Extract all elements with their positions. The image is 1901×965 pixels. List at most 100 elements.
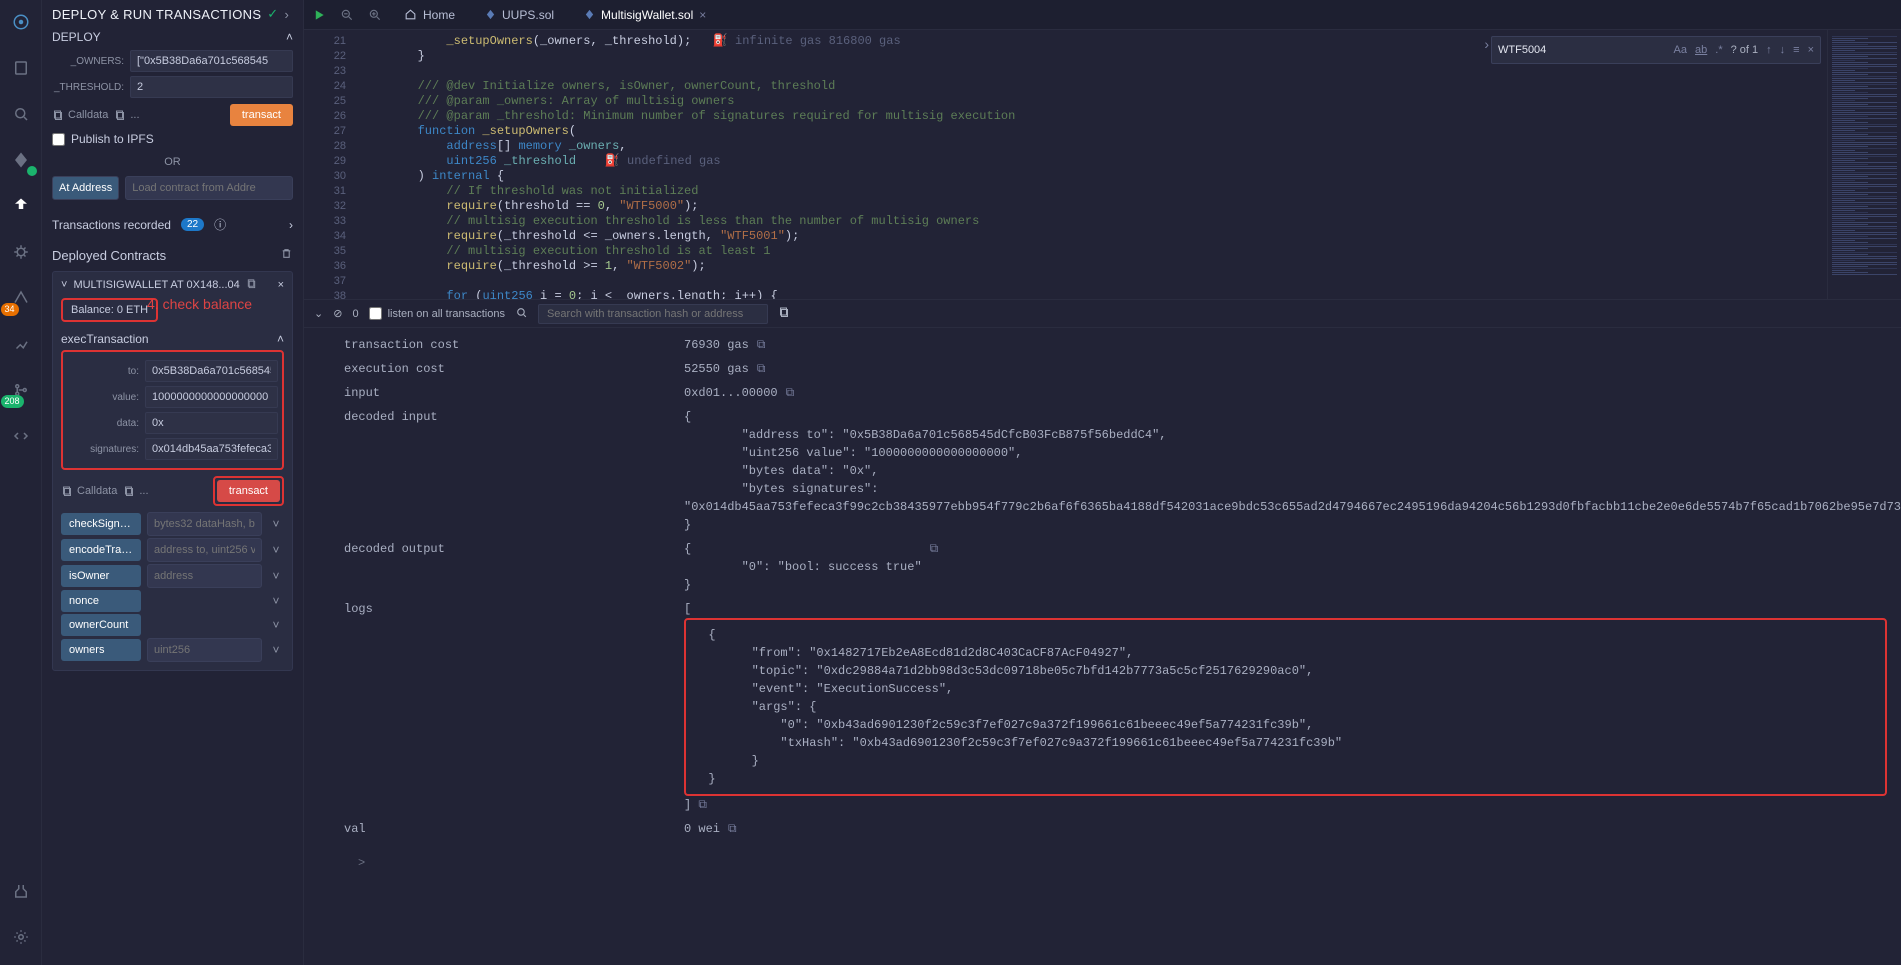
settings-icon[interactable] bbox=[7, 923, 35, 951]
calldata-button[interactable]: Calldata bbox=[52, 109, 108, 121]
trash-icon[interactable] bbox=[280, 247, 293, 263]
info-icon[interactable]: ⓘ bbox=[214, 216, 226, 233]
val-key: val bbox=[344, 820, 654, 838]
exec-transact-button[interactable]: transact bbox=[217, 480, 280, 502]
chevron-down-icon[interactable]: ˅ bbox=[268, 643, 284, 657]
copy-icon[interactable]: ⧉ bbox=[930, 540, 939, 558]
search-icon[interactable] bbox=[7, 100, 35, 128]
analysis-icon[interactable] bbox=[7, 330, 35, 358]
terminal-panel: ⌄ ⊘ 0 listen on all transactions transac… bbox=[304, 300, 1901, 965]
find-word-icon[interactable]: ab bbox=[1695, 44, 1707, 56]
copy-icon[interactable]: ⧉ bbox=[757, 360, 766, 378]
term-search-input[interactable] bbox=[538, 304, 768, 324]
close-tab-icon[interactable]: × bbox=[699, 8, 706, 22]
data-input[interactable] bbox=[145, 412, 278, 434]
value-input[interactable] bbox=[145, 386, 278, 408]
find-prev-icon[interactable]: ↑ bbox=[1766, 44, 1772, 56]
file-explorer-icon[interactable] bbox=[7, 54, 35, 82]
deploy-icon[interactable] bbox=[7, 192, 35, 220]
code-editor[interactable]: 212223242526272829303132333435363738 _se… bbox=[304, 30, 1901, 300]
at-address-button[interactable]: At Address bbox=[52, 176, 119, 200]
params-button[interactable]: ... bbox=[114, 109, 139, 121]
tab-home[interactable]: Home bbox=[396, 4, 463, 26]
decinput-val: { "address to": "0x5B38Da6a701c568545dCf… bbox=[684, 408, 1901, 534]
owners-label: _OWNERS: bbox=[52, 56, 124, 67]
find-chevron-icon[interactable]: › bbox=[1484, 36, 1489, 52]
expand-icon[interactable]: › bbox=[289, 218, 293, 232]
to-input[interactable] bbox=[145, 360, 278, 382]
fn-input-owners[interactable] bbox=[147, 638, 262, 662]
term-collapse-icon[interactable]: ⌄ bbox=[314, 307, 323, 320]
signatures-input[interactable] bbox=[145, 438, 278, 460]
find-next-icon[interactable]: ↓ bbox=[1780, 44, 1786, 56]
plugin-icon[interactable] bbox=[7, 877, 35, 905]
fn-button-encodeTransa[interactable]: encodeTransa bbox=[61, 539, 141, 561]
fn-input-checkSignatu[interactable] bbox=[147, 512, 262, 536]
debugger-icon[interactable] bbox=[7, 238, 35, 266]
zoom-out-icon[interactable] bbox=[340, 8, 354, 22]
term-search-icon[interactable] bbox=[515, 306, 528, 322]
fn-button-owners[interactable]: owners bbox=[61, 639, 141, 661]
code-area[interactable]: _setupOwners(_owners, _threshold); ⛽ inf… bbox=[356, 30, 1827, 299]
fn-button-isOwner[interactable]: isOwner bbox=[61, 565, 141, 587]
fn-button-checkSignatu[interactable]: checkSignatu bbox=[61, 513, 141, 535]
chevron-down-icon[interactable]: ˅ bbox=[268, 517, 284, 531]
terminal-output[interactable]: transaction cost 76930 gas⧉ execution co… bbox=[304, 328, 1901, 965]
calldata2-button[interactable]: Calldata bbox=[61, 485, 117, 497]
copy-address-icon[interactable] bbox=[246, 278, 257, 292]
git-icon[interactable]: 208 bbox=[7, 376, 35, 404]
collapse-contract-icon[interactable]: ˅ bbox=[61, 279, 67, 291]
term-clear-icon[interactable]: ⊘ bbox=[333, 307, 342, 320]
deploy-transact-button[interactable]: transact bbox=[230, 104, 293, 126]
fn-input-isOwner[interactable] bbox=[147, 564, 262, 588]
chevron-down-icon[interactable]: ˅ bbox=[268, 569, 284, 583]
copy-icon[interactable]: ⧉ bbox=[786, 384, 795, 402]
chevron-down-icon[interactable]: ˅ bbox=[268, 594, 284, 608]
terminal-prompt[interactable]: > bbox=[344, 854, 1887, 872]
unittest-badge: 34 bbox=[1, 303, 19, 316]
copy-icon[interactable]: ⧉ bbox=[698, 798, 707, 812]
find-box[interactable]: WTF5004 Aa ab .* ? of 1 ↑ ↓ ≡ × bbox=[1491, 36, 1821, 64]
copy-icon[interactable]: ⧉ bbox=[728, 820, 737, 838]
tx-recorded-label: Transactions recorded bbox=[52, 218, 171, 232]
at-address-input[interactable] bbox=[125, 176, 293, 200]
find-close-icon[interactable]: × bbox=[1808, 44, 1814, 56]
copy-icon[interactable]: ⧉ bbox=[757, 336, 766, 354]
find-regex-icon[interactable]: .* bbox=[1715, 44, 1722, 56]
minimap[interactable] bbox=[1827, 30, 1901, 299]
scripts-icon[interactable] bbox=[7, 422, 35, 450]
or-separator: OR bbox=[52, 156, 293, 168]
contract-name: MULTISIGWALLET AT 0X148...04 bbox=[73, 279, 239, 291]
val-val: 0 wei bbox=[684, 820, 720, 838]
value-label: value: bbox=[67, 392, 139, 403]
fn-button-ownerCount[interactable]: ownerCount bbox=[61, 614, 141, 636]
run-icon[interactable] bbox=[312, 8, 326, 22]
params2-button[interactable]: ... bbox=[123, 485, 148, 497]
balance-label: Balance: 0 ETH bbox=[61, 298, 158, 322]
owners-input[interactable] bbox=[130, 50, 293, 72]
term-copy-icon[interactable] bbox=[778, 306, 790, 321]
threshold-input[interactable] bbox=[130, 76, 293, 98]
main-area: Home UUPS.sol MultisigWallet.sol× 212223… bbox=[304, 0, 1901, 965]
tab-multisig[interactable]: MultisigWallet.sol× bbox=[576, 4, 714, 26]
find-list-icon[interactable]: ≡ bbox=[1793, 44, 1799, 56]
logo-icon[interactable] bbox=[7, 8, 35, 36]
unittest-icon[interactable]: 34 bbox=[7, 284, 35, 312]
annotation-4: 4. check balance bbox=[147, 296, 252, 312]
close-contract-icon[interactable]: × bbox=[278, 279, 284, 291]
zoom-in-icon[interactable] bbox=[368, 8, 382, 22]
line-gutter: 212223242526272829303132333435363738 bbox=[304, 30, 356, 299]
tab-uups[interactable]: UUPS.sol bbox=[477, 4, 562, 26]
chevron-down-icon[interactable]: ˅ bbox=[268, 543, 284, 557]
collapse-icon[interactable]: ˄ bbox=[286, 30, 293, 44]
data-label: data: bbox=[67, 418, 139, 429]
left-icon-strip: 34 208 bbox=[0, 0, 42, 965]
publish-ipfs-checkbox[interactable]: Publish to IPFS bbox=[52, 132, 293, 146]
fn-input-encodeTransa[interactable] bbox=[147, 538, 262, 562]
compiler-icon[interactable] bbox=[7, 146, 35, 174]
fn-button-nonce[interactable]: nonce bbox=[61, 590, 141, 612]
chevron-down-icon[interactable]: ˅ bbox=[268, 618, 284, 632]
fn-collapse-icon[interactable]: ˄ bbox=[277, 332, 284, 346]
find-case-icon[interactable]: Aa bbox=[1674, 44, 1687, 56]
listen-all-checkbox[interactable]: listen on all transactions bbox=[369, 307, 505, 320]
